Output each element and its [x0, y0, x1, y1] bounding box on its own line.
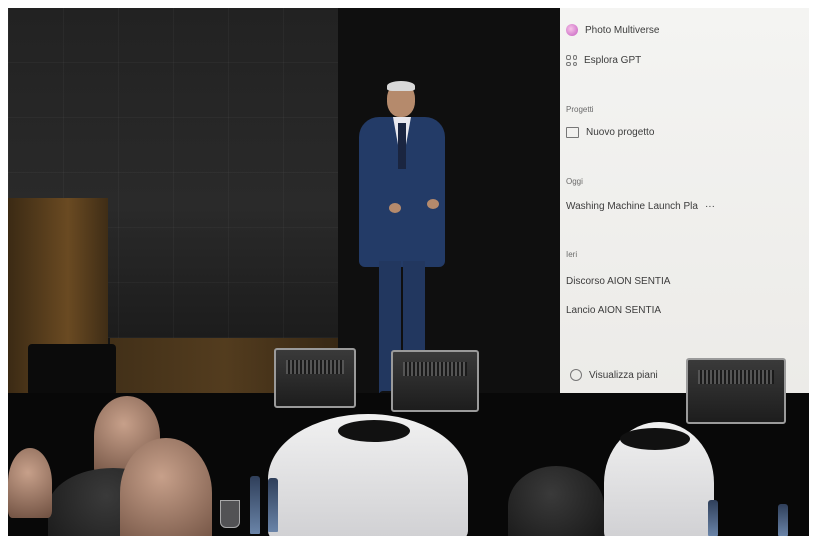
- yesterday-heading: Ieri: [566, 250, 578, 259]
- water-glass: [220, 500, 240, 528]
- menu-photo-label: Photo Multiverse: [585, 24, 660, 36]
- stage-light: [686, 358, 786, 424]
- audience-head: [508, 466, 604, 536]
- water-bottle: [778, 504, 788, 536]
- presenter-tie: [398, 123, 406, 169]
- today-item: Washing Machine Launch Pla ···: [566, 201, 715, 212]
- audience-agal: [338, 420, 410, 442]
- menu-new-project: Nuovo progetto: [566, 127, 654, 138]
- plans-icon: [570, 369, 582, 381]
- photo-multiverse-icon: [566, 24, 578, 36]
- menu-plans: Visualizza piani: [570, 369, 658, 381]
- stage-light: [274, 348, 356, 408]
- projects-heading: Progetti: [566, 105, 594, 114]
- stage-speaker: [28, 344, 116, 396]
- yesterday-item-label: Discorso AION SENTIA: [566, 276, 671, 287]
- presenter-hand: [427, 199, 439, 209]
- audience-hand: [8, 448, 52, 518]
- today-item-label: Washing Machine Launch Pla: [566, 201, 698, 212]
- folder-icon: [566, 127, 579, 138]
- projection-screen: Photo Multiverse Esplora GPT Progetti Nu…: [560, 8, 809, 393]
- grid-icon: [566, 55, 577, 66]
- water-bottle: [708, 500, 718, 536]
- yesterday-item: Discorso AION SENTIA: [566, 276, 670, 287]
- menu-explore-label: Esplora GPT: [584, 55, 642, 66]
- stage-light: [391, 350, 479, 412]
- menu-explore-gpt: Esplora GPT: [566, 55, 641, 66]
- presenter-hair: [387, 81, 415, 91]
- menu-plans-label: Visualizza piani: [589, 369, 658, 381]
- today-heading: Oggi: [566, 177, 583, 186]
- event-photo: Photo Multiverse Esplora GPT Progetti Nu…: [8, 8, 809, 536]
- presenter-hand: [389, 203, 401, 213]
- menu-new-project-label: Nuovo progetto: [586, 127, 655, 138]
- water-bottle: [250, 476, 260, 534]
- water-bottle: [268, 478, 278, 532]
- yesterday-item-label: Lancio AION SENTIA: [566, 305, 662, 316]
- more-icon: ···: [704, 201, 715, 212]
- audience-agal: [620, 428, 690, 450]
- menu-photo-multiverse: Photo Multiverse: [566, 24, 659, 36]
- yesterday-item: Lancio AION SENTIA: [566, 305, 661, 316]
